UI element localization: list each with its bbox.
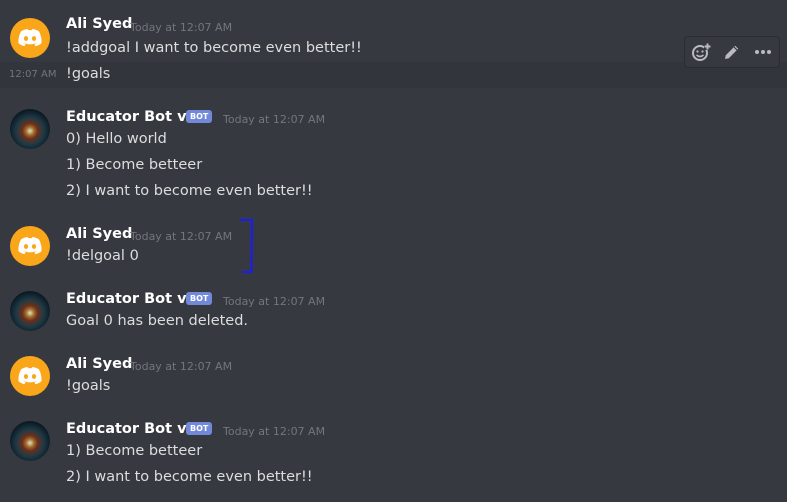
- more-options-button[interactable]: [750, 39, 776, 65]
- bot-avatar[interactable]: [10, 109, 50, 149]
- message-content: !addgoal I want to become even better!!: [66, 40, 362, 56]
- message-content: 0) Hello world: [66, 131, 167, 147]
- more-options-icon: [755, 50, 772, 54]
- annotation-bracket: [240, 219, 254, 273]
- bot-avatar[interactable]: [10, 421, 50, 461]
- message-timestamp: Today at 12:07 AM: [130, 230, 233, 243]
- message-content: 1) Become betteer: [66, 157, 203, 173]
- message-timestamp: Today at 12:07 AM: [223, 295, 326, 308]
- message-row-hovered[interactable]: [0, 62, 787, 88]
- message-content: 1) Become betteer: [66, 443, 203, 459]
- message-timestamp: Today at 12:07 AM: [130, 360, 233, 373]
- bot-tag-badge: BOT: [186, 110, 213, 123]
- message-author[interactable]: Ali Syed: [66, 16, 132, 32]
- message-timestamp: Today at 12:07 AM: [223, 113, 326, 126]
- user-avatar[interactable]: [10, 356, 50, 396]
- add-reaction-button[interactable]: [688, 39, 714, 65]
- message-actions-toolbar: [684, 36, 780, 68]
- edit-button[interactable]: [719, 39, 745, 65]
- bot-tag-badge: BOT: [186, 292, 213, 305]
- user-avatar[interactable]: [10, 18, 50, 58]
- bot-avatar[interactable]: [10, 291, 50, 331]
- message-timestamp: Today at 12:07 AM: [223, 425, 326, 438]
- message-timestamp: Today at 12:07 AM: [130, 21, 233, 34]
- message-content: !goals: [66, 378, 111, 394]
- add-reaction-icon: [691, 43, 711, 61]
- bot-tag-badge: BOT: [186, 422, 213, 435]
- user-avatar[interactable]: [10, 226, 50, 266]
- message-content: 2) I want to become even better!!: [66, 183, 313, 199]
- edit-icon: [724, 45, 739, 59]
- discord-logo-icon: [18, 367, 42, 385]
- message-side-timestamp: 12:07 AM: [9, 69, 57, 80]
- message-content: Goal 0 has been deleted.: [66, 313, 249, 329]
- message-author[interactable]: Ali Syed: [66, 356, 132, 372]
- discord-logo-icon: [18, 29, 42, 47]
- discord-logo-icon: [18, 237, 42, 255]
- message-author[interactable]: Ali Syed: [66, 226, 132, 242]
- chat-messages: Ali Syed Today at 12:07 AM !addgoal I wa…: [0, 0, 787, 502]
- message-content: !delgoal 0: [66, 248, 139, 264]
- message-content: !goals: [66, 66, 111, 82]
- message-content: 2) I want to become even better!!: [66, 469, 313, 485]
